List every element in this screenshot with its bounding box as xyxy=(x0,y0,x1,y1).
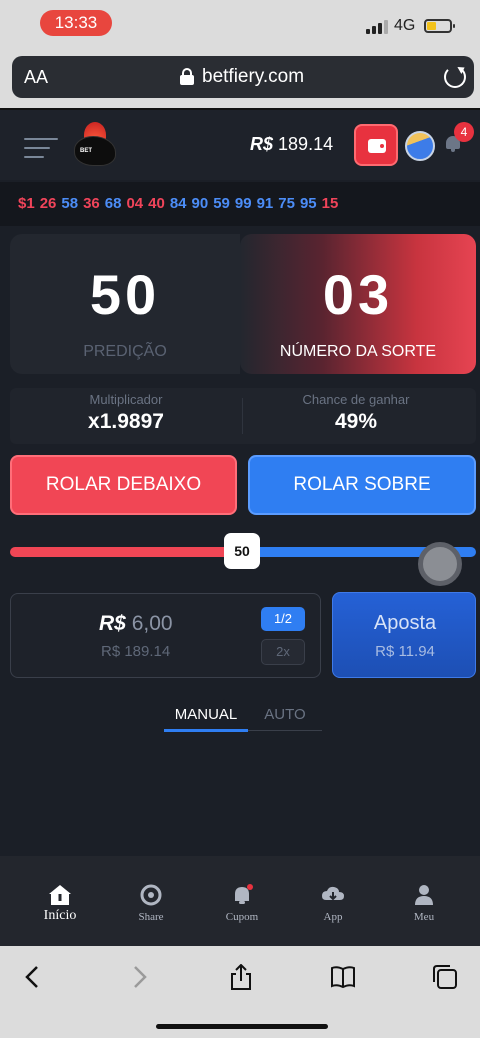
bottom-nav: Início Share Cupom App Meu xyxy=(0,856,480,946)
nav-label-app: App xyxy=(323,911,343,923)
signal-icon xyxy=(366,20,388,34)
address-bar[interactable]: AA betfiery.com xyxy=(12,56,474,98)
result-chip: 90 xyxy=(191,195,209,212)
result-chip: 75 xyxy=(278,195,295,212)
result-chip: 36 xyxy=(83,195,100,212)
prediction-value: 50 xyxy=(89,263,161,326)
nav-item-app[interactable]: App xyxy=(288,856,378,946)
roll-under-button[interactable]: ROLAR DEBAIXO xyxy=(10,455,237,515)
win-chance-value: 49% xyxy=(334,410,378,433)
home-indicator xyxy=(156,1024,328,1029)
result-chip: 58 xyxy=(61,195,79,212)
browser-bottom-toolbar xyxy=(0,946,480,1038)
status-time: 13:33 xyxy=(40,10,112,36)
download-icon xyxy=(322,886,344,901)
reload-icon[interactable] xyxy=(444,66,466,88)
logo[interactable]: BET xyxy=(70,122,120,170)
text-size-button[interactable]: AA xyxy=(24,67,48,88)
wallet-button[interactable] xyxy=(354,124,398,166)
tab-auto[interactable]: AUTO xyxy=(248,706,322,730)
stats-panel: Multiplicador x1.9897 Chance de ganhar 4… xyxy=(10,388,476,444)
bet-amount-input[interactable]: R$ 6,00 xyxy=(99,612,173,636)
forward-icon[interactable] xyxy=(126,964,152,990)
recent-results: $1 26 58 36 68 04 40 84 90 59 99 91 75 95 15 xyxy=(0,182,480,226)
bet-button-value: R$ 11.94 xyxy=(375,643,435,660)
result-chip: 68 xyxy=(104,195,122,212)
nav-item-share[interactable]: Share xyxy=(106,856,196,946)
balance-display: R$ 189.14 xyxy=(250,134,333,155)
nav-label-meu: Meu xyxy=(413,911,435,923)
status-bar: 13:33 4G xyxy=(0,0,480,48)
touch-indicator xyxy=(418,542,462,586)
slider-thumb[interactable]: 50 xyxy=(224,533,260,569)
bookmarks-icon[interactable] xyxy=(330,964,356,990)
share-sheet-icon[interactable] xyxy=(228,964,254,990)
network-type: 4G xyxy=(394,17,416,34)
result-chip: $1 xyxy=(18,195,35,212)
nav-label-cupom: Cupom xyxy=(225,911,259,923)
bet-button-label: Aposta xyxy=(373,612,437,634)
roll-over-button[interactable]: ROLAR SOBRE xyxy=(248,455,476,515)
result-chip: 95 xyxy=(299,195,317,212)
tab-manual[interactable]: MANUAL xyxy=(164,706,248,730)
bet-amount-box[interactable]: R$ 6,00 R$ 189.14 1/2 2x xyxy=(10,593,321,678)
result-chip: 99 xyxy=(234,195,252,212)
lucky-number-label: NÚMERO DA SORTE xyxy=(279,343,437,360)
nav-label-share: Share xyxy=(138,911,164,923)
balance-currency: R$ xyxy=(250,134,274,154)
prediction-label: PREDIÇÃO xyxy=(83,343,167,360)
nav-item-meu[interactable]: Meu xyxy=(379,856,469,946)
tabs-icon[interactable] xyxy=(432,964,458,990)
result-chip: 40 xyxy=(148,195,165,212)
result-chip: 84 xyxy=(169,195,187,212)
avatar[interactable] xyxy=(405,131,435,161)
slider-track-under[interactable] xyxy=(10,547,242,557)
bet-amount-value: 6,00 xyxy=(131,612,173,635)
browser-toolbar: AA betfiery.com xyxy=(0,48,480,108)
result-chip: 04 xyxy=(126,195,144,212)
nav-item-inicio[interactable]: Início xyxy=(15,856,105,946)
nav-item-cupom[interactable]: Cupom xyxy=(197,856,287,946)
bet-balance: R$ 189.14 xyxy=(101,643,171,660)
lock-icon xyxy=(180,68,194,85)
app-header: BET R$ 189.14 4 xyxy=(0,108,480,180)
lucky-number-value: 03 xyxy=(322,263,394,326)
half-bet-button[interactable]: 1/2 xyxy=(261,607,305,631)
share-icon xyxy=(140,884,162,906)
home-icon xyxy=(49,885,71,905)
bet-button[interactable]: Aposta R$ 11.94 xyxy=(332,592,476,678)
nav-label-inicio: Início xyxy=(43,908,77,923)
user-icon xyxy=(415,885,433,905)
multiplier-value: x1.9897 xyxy=(88,410,164,433)
bet-currency: R$ xyxy=(99,612,126,635)
tab-active-indicator xyxy=(164,729,248,732)
result-chip: 26 xyxy=(39,195,57,212)
result-chip: 15 xyxy=(321,195,339,212)
balance-amount: 189.14 xyxy=(278,134,334,154)
win-chance-label: Chance de ganhar xyxy=(302,392,410,407)
result-chip: 91 xyxy=(256,195,274,212)
battery-icon xyxy=(424,19,455,33)
bell-icon xyxy=(235,884,253,904)
notification-badge: 4 xyxy=(454,122,474,142)
menu-icon[interactable] xyxy=(24,136,58,160)
result-chip: 59 xyxy=(213,195,230,212)
stats-divider xyxy=(242,398,243,434)
back-icon[interactable] xyxy=(20,964,46,990)
wallet-icon xyxy=(368,139,386,153)
double-bet-button[interactable]: 2x xyxy=(261,639,305,665)
url-text[interactable]: betfiery.com xyxy=(202,66,304,88)
multiplier-label: Multiplicador xyxy=(89,392,163,407)
